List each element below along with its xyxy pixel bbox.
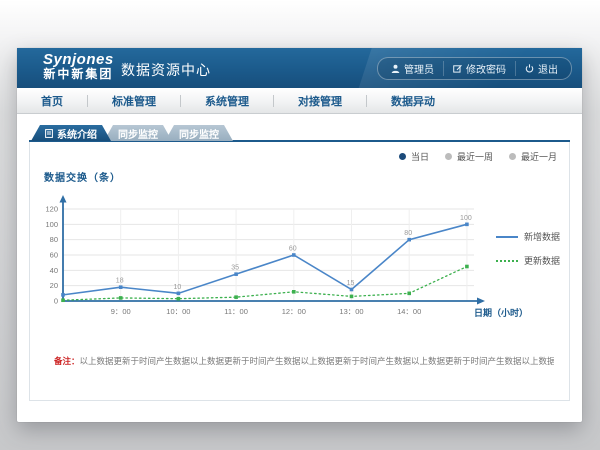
brand-logo[interactable]: Synjones 新中新集团 [43,52,114,80]
data-point-marker [177,297,181,301]
tab-bar: 系统介绍 同步监控 同步监控 [31,125,233,141]
data-point-marker [234,295,238,299]
footnote-text: 以上数据更新于时间产生数据以上数据更新于时间产生数据以上数据更新于时间产生数据以… [80,356,554,366]
x-tick-label: 10：00 [166,307,190,316]
x-tick-label: 14：00 [397,307,421,316]
data-point-marker [119,296,123,300]
data-point-marker [177,292,181,296]
tab-label: 同步监控 [179,126,219,141]
brand-logo-line2: 新中新集团 [43,68,114,81]
y-tick-label: 60 [50,251,58,260]
user-menu-username-label: 管理员 [404,61,434,76]
y-tick-label: 0 [54,297,58,306]
footnote-prefix: 备注： [54,356,80,366]
chart-panel: 当日 最近一周 最近一月 数据交换（条） 0204060801001209：00… [29,142,570,401]
data-point-marker [119,285,123,289]
data-point-label: 35 [231,265,239,272]
chart-legend: 新增数据 更新数据 [496,230,560,267]
tab-system-intro[interactable]: 系统介绍 [31,125,111,141]
nav-item-home[interactable]: 首页 [17,93,87,109]
user-icon [391,64,400,73]
app-header: Synjones 新中新集团 数据资源中心 管理员 修改密码 退出 [17,48,582,88]
tab-label: 同步监控 [118,126,158,141]
data-point-marker [350,288,354,292]
data-point-marker [465,223,469,227]
data-point-label: 100 [460,215,472,222]
document-icon [45,129,53,138]
data-point-label: 18 [116,278,124,285]
data-point-label: 10 [174,284,182,291]
y-tick-label: 20 [50,281,58,290]
y-axis-arrow-icon [60,195,67,203]
edit-icon [453,64,462,73]
nav-item-data-change[interactable]: 数据异动 [367,93,459,109]
y-tick-label: 40 [50,266,58,275]
brand-logo-line1: Synjones [43,52,114,68]
nav-item-integration-management[interactable]: 对接管理 [274,93,366,109]
power-icon [525,64,534,73]
legend-label: 新增数据 [524,230,560,243]
data-point-label: 80 [404,230,412,237]
data-point-marker [61,298,65,302]
page-title: 数据资源中心 [121,60,211,80]
nav-item-system-management[interactable]: 系统管理 [181,93,273,109]
x-axis-arrow-icon [477,298,485,305]
logout-label: 退出 [538,61,558,76]
main-nav: 首页 标准管理 系统管理 对接管理 数据异动 [17,88,582,114]
change-password-button[interactable]: 修改密码 [443,61,515,76]
logout-button[interactable]: 退出 [515,61,567,76]
data-point-marker [292,253,296,257]
tab-sync-monitor-1[interactable]: 同步监控 [104,125,172,141]
tab-sync-monitor-2[interactable]: 同步监控 [165,125,233,141]
change-password-label: 修改密码 [466,61,506,76]
data-point-marker [234,272,238,276]
user-menu: 管理员 修改密码 退出 [377,57,572,80]
data-point-marker [465,265,469,269]
legend-item-updated-data[interactable]: 更新数据 [496,254,560,267]
user-menu-username[interactable]: 管理员 [382,61,443,76]
y-tick-label: 100 [45,220,58,229]
data-point-marker [407,292,411,296]
data-point-marker [407,238,411,242]
x-tick-label: 9：00 [111,307,131,316]
legend-label: 更新数据 [524,254,560,267]
legend-item-new-data[interactable]: 新增数据 [496,230,560,243]
nav-item-standard-management[interactable]: 标准管理 [88,93,180,109]
data-point-marker [61,293,65,297]
footnote: 备注：以上数据更新于时间产生数据以上数据更新于时间产生数据以上数据更新于时间产生… [54,356,554,368]
y-tick-label: 80 [50,235,58,244]
x-axis-title: 日期（小时） [474,307,528,318]
data-point-marker [350,295,354,299]
x-tick-label: 11：00 [224,307,248,316]
x-tick-label: 13：00 [339,307,363,316]
y-tick-label: 120 [45,205,58,214]
app-window: Synjones 新中新集团 数据资源中心 管理员 修改密码 退出 首页 标准管… [17,48,582,422]
x-tick-label: 12：00 [282,307,306,316]
legend-line-solid-icon [496,236,518,238]
legend-line-dotted-icon [496,260,518,262]
data-point-label: 60 [289,246,297,253]
tab-label: 系统介绍 [57,126,97,141]
data-point-label: 15 [347,280,355,287]
data-point-marker [292,290,296,294]
